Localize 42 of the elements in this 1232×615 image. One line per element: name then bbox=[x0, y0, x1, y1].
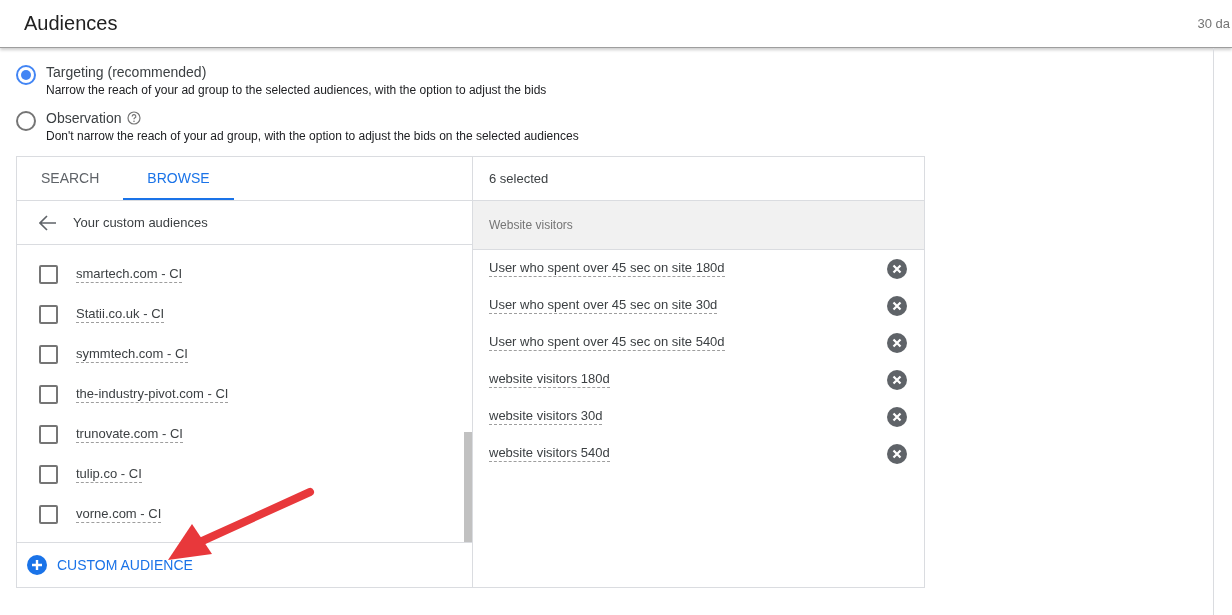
group-header: Website visitors bbox=[473, 201, 924, 250]
option-description: Don't narrow the reach of your ad group, with the option to adjust the bids on the selected audiences bbox=[46, 129, 579, 143]
checkbox[interactable] bbox=[39, 344, 58, 364]
checkbox[interactable] bbox=[39, 424, 58, 444]
remove-icon[interactable] bbox=[887, 406, 907, 427]
checkbox[interactable] bbox=[39, 384, 58, 404]
selected-audience-label: website visitors 180d bbox=[489, 371, 610, 388]
selected-audience-label: website visitors 30d bbox=[489, 408, 603, 425]
radio-button[interactable] bbox=[16, 65, 36, 85]
page-title: Audiences bbox=[24, 12, 118, 35]
audience-label: smartech.com - CI bbox=[76, 265, 183, 283]
back-arrow-icon[interactable] bbox=[39, 214, 57, 231]
option-label: Observation bbox=[46, 110, 122, 126]
audience-label: trunovate.com - CI bbox=[76, 425, 183, 443]
radio-button[interactable] bbox=[16, 111, 36, 131]
help-icon[interactable] bbox=[127, 111, 142, 125]
remove-icon[interactable] bbox=[887, 332, 907, 353]
audience-label: tulip.co - CI bbox=[76, 465, 142, 483]
plus-icon bbox=[27, 555, 47, 575]
option-description: Narrow the reach of your ad group to the selected audiences, with the option to adjust the bids bbox=[46, 83, 547, 97]
audience-label: vorne.com - CI bbox=[76, 505, 162, 523]
scrollbar-thumb[interactable] bbox=[464, 432, 472, 542]
option-label: Targeting (recommended) bbox=[46, 64, 207, 80]
checkbox[interactable] bbox=[39, 504, 58, 524]
date-range-text: 30 da bbox=[1197, 16, 1230, 31]
tab[interactable]: BROWSE bbox=[123, 157, 234, 200]
audience-label: symmtech.com - CI bbox=[76, 345, 188, 363]
selected-audience-label: User who spent over 45 sec on site 180d bbox=[489, 260, 725, 277]
selected-audience-label: website visitors 540d bbox=[489, 445, 610, 462]
checkbox[interactable] bbox=[39, 264, 58, 284]
selected-audience-label: User who spent over 45 sec on site 540d bbox=[489, 334, 725, 351]
remove-icon[interactable] bbox=[887, 295, 907, 316]
remove-icon[interactable] bbox=[887, 258, 907, 279]
checkbox[interactable] bbox=[39, 304, 58, 324]
remove-icon[interactable] bbox=[887, 369, 907, 390]
tab[interactable]: SEARCH bbox=[17, 157, 124, 200]
selected-audience-label: User who spent over 45 sec on site 30d bbox=[489, 297, 718, 314]
audience-label: Statii.co.uk - CI bbox=[76, 305, 165, 323]
audience-label: the-industry-pivot.com - CI bbox=[76, 385, 229, 403]
breadcrumb-text: Your custom audiences bbox=[73, 215, 208, 230]
checkbox[interactable] bbox=[39, 464, 58, 484]
remove-icon[interactable] bbox=[887, 443, 907, 464]
